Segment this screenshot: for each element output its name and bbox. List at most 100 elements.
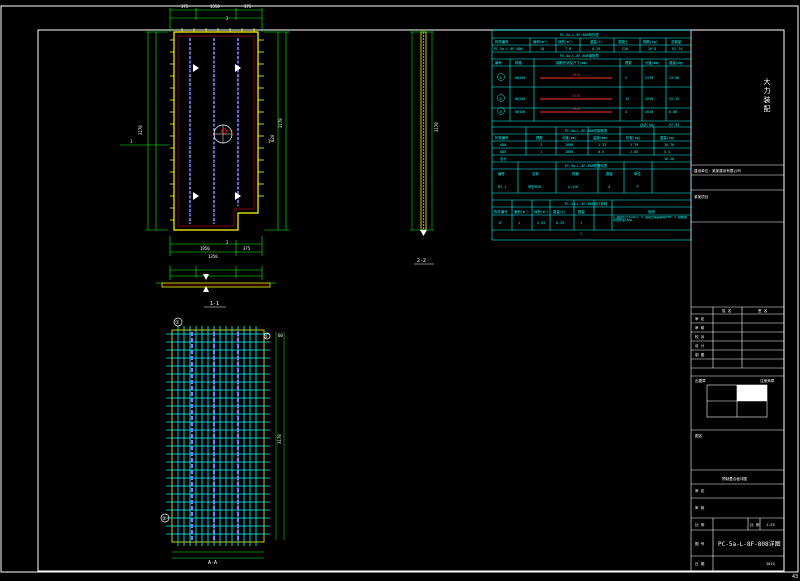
t2-r2-spec: 8@150 [515,110,525,114]
t4-r4: 个 [636,184,640,189]
t5-h5: 说明 [648,209,655,214]
drawing-frame [0,5,799,573]
rebar-plan-view: ① ② ③ 3178 60 A-A [160,317,285,566]
t1-h0: 构件编号 [495,39,509,44]
edge-rebar-ticks [170,28,264,221]
t5-note: 1.图中尺寸以mm计，2.混凝土强度等级C30；3.钢筋保护层厚度15mm [613,216,687,222]
tb-header-sign: 签 名 [758,308,768,313]
scale-name: 比 例 [750,522,760,527]
rebar-plan-caption: A-A [208,560,217,566]
t3-r2-5: 16.26 [664,157,674,161]
dim-top-3: 375 [244,4,252,9]
t4-r0: MJ-1 [498,185,506,189]
t3-h2: 长度(mm) [562,135,577,140]
section-2-dim: 3178 [434,122,439,132]
t1-r6: 92.74 [672,47,682,51]
t2-r1-spec: 8@150 [515,97,525,101]
section-2-label: 2-2 [417,258,426,264]
rebar-plan-dim: 3178 [277,434,282,444]
t1-h5: 钢筋(kg) [643,39,658,44]
t2-total: 57.93 [669,123,679,127]
rebar-tag-2: ② [162,516,167,522]
tables-frame [491,29,692,241]
panel-outline [173,31,259,231]
t2-h1: 规格 [515,60,522,65]
t3-r0-4: 3.79 [630,143,638,147]
section-arrow-icon [420,230,427,236]
t2-r0-len: 3178 [645,76,653,80]
t5-r4: 1 [580,221,582,225]
page-number: 43 [792,574,798,580]
t2-r2-len: 2010 [645,110,653,114]
t1-h3: 重量(t) [590,39,603,44]
t3-h0: 桁架编号 [495,135,509,140]
date-label: 日 期 [695,561,705,566]
dim-top-2: 1350 [210,4,220,9]
t3-r0-5: 10.76 [664,143,674,147]
sheet-no-label: 图 号 [695,541,705,546]
t3-h1: 根数 [536,135,543,140]
rebar-plan-dim-top: 60 [278,333,283,338]
t4-r1: 吊钉M20 [528,184,541,189]
t3-r1-0: A80 [500,150,506,154]
t3-r1-1: 1 [540,150,542,154]
t5-h1: 面积(m²) [514,209,529,214]
role-3: 校 对 [695,334,705,339]
t2-r0-spec: 8@150 [515,76,525,80]
lifting-point-icon [193,192,199,200]
t5-h4: 数量 [578,209,585,214]
t2-h0: 编号 [495,60,502,65]
t4-r3: 4 [608,185,610,189]
section-1-1: 1-1 [156,266,276,308]
t5-title: PC-5a-L-8F-808设计说明 [565,201,608,206]
t5-h3: 重量(t) [553,209,566,214]
dim-right-2: 820 [270,134,275,142]
t1-r2: 7.0 [565,47,571,51]
t1-r3: 0.29 [592,47,600,51]
t5-r2-num: 1 [580,232,582,236]
t5-r3: 0.29 [556,221,564,225]
t2-r0-wt: 23.98 [669,76,679,80]
subject: 预制叠合板详图 [722,476,748,481]
rebar-tag-3: ③ [264,334,268,339]
t2-h3: 根数 [625,60,632,65]
lifting-point-icons [193,64,241,200]
t2-r1-wt: 25.15 [669,97,679,101]
cad-drawing-canvas: 43 375 1350 375 1950 375 1350 3178 3178 … [0,4,799,580]
dim-left: 3178 [138,125,143,135]
rebar-grid [166,326,270,546]
t4-h3: 数量 [606,171,613,176]
t3-r0-0: A80 [500,143,506,147]
t4-h4: 单位 [634,171,641,176]
t2-r1-no: ② [499,97,502,101]
t4-title: PC-5a-L-8F-808预埋件表 [565,163,608,168]
rebar-shape-3-len: 1950 [572,107,580,111]
t3-r1-3: 0.5 [598,150,604,154]
lifting-point-icon [193,64,199,72]
t1-r0: PC-5a-L-8F-808 [494,47,523,51]
company-name: 大 力 装 配 [763,78,771,113]
section-marker-left: 1 [130,139,133,144]
t2-r2-count: 4 [625,110,627,114]
section-2-2: 3178 2-2 [410,31,439,265]
t1-h2: 体积(m³) [558,39,573,44]
role-1: 审 定 [695,316,705,321]
company-name-text: 大 力 装 配 [763,78,771,113]
t2-r2-wt: 8.80 [669,110,677,114]
stamp-right-label: 注册师章 [760,378,775,383]
t3-h4: 桁架(kg) [626,135,641,140]
t2-r1-len: 2010 [645,97,653,101]
t4-h1: 名称 [532,171,539,176]
t2-r2-no: ③ [499,110,502,114]
role-5: 制 图 [695,352,705,357]
date-value: 2023 [766,562,775,566]
dim-right-1: 3178 [278,118,283,128]
t5-h2: 体积(m³) [534,209,549,214]
plan-dimensions [120,8,290,256]
dim-bottom-2: 375 [243,246,251,251]
section-marker-top: 2 [226,16,229,21]
tb-header-name: 姓 名 [722,308,732,313]
t2-h2: 钢筋形状及尺寸(mm) [556,60,588,65]
role-4: 设 计 [695,343,705,348]
t2-r0-count: 5 [625,76,627,80]
